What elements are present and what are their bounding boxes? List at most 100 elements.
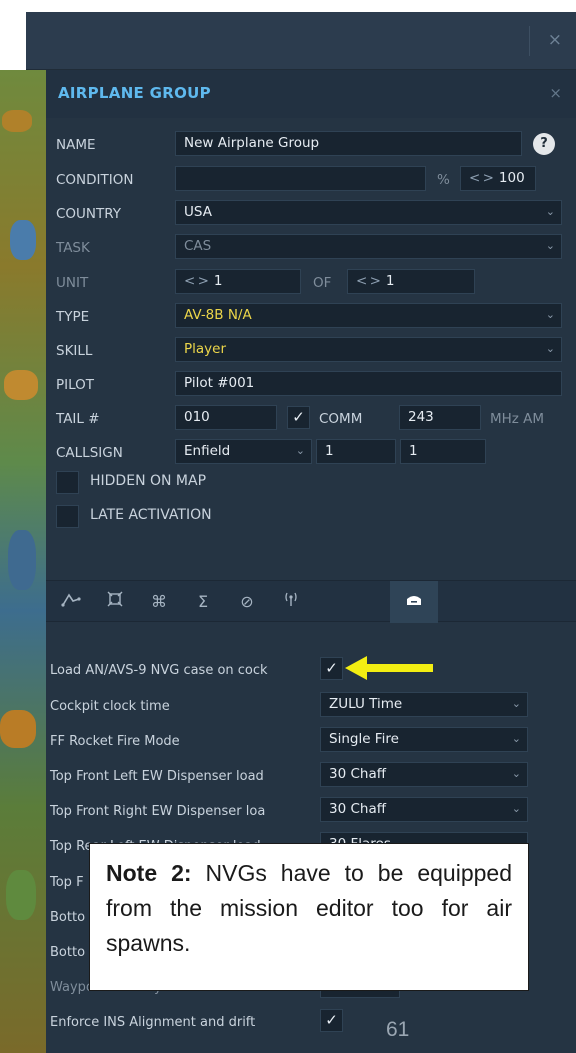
tfr-value: 30 Chaff xyxy=(329,801,387,817)
titlebar-separator xyxy=(529,26,530,56)
skill-label: SKILL xyxy=(56,343,93,359)
spinner-arrows-icon[interactable]: < > xyxy=(356,273,381,289)
chevron-down-icon: ⌄ xyxy=(511,732,521,745)
chevron-down-icon: ⌄ xyxy=(545,239,555,252)
comm-unit: MHz AM xyxy=(490,411,545,427)
window-titlebar: × xyxy=(26,12,576,70)
skill-select[interactable]: Player ⌄ xyxy=(175,337,562,362)
pilot-input[interactable]: Pilot #001 xyxy=(175,371,562,396)
task-value: CAS xyxy=(184,238,212,254)
chevron-down-icon: ⌄ xyxy=(545,342,555,355)
panel-close-icon[interactable]: × xyxy=(549,84,562,102)
map-terrain xyxy=(4,370,38,400)
help-icon[interactable]: ? xyxy=(533,133,555,155)
condition-label: CONDITION xyxy=(56,172,134,188)
command-icon[interactable]: ⌘ xyxy=(138,581,180,623)
tab-bar: ⌘ Σ ⊘ xyxy=(46,580,576,623)
type-label: TYPE xyxy=(56,309,90,325)
bottom-partial-label-2: Botto xyxy=(50,945,86,960)
map-terrain xyxy=(6,870,36,920)
chevron-down-icon: ⌄ xyxy=(295,444,305,457)
unit-of-label: OF xyxy=(313,275,332,291)
prohibit-icon[interactable]: ⊘ xyxy=(226,581,268,623)
unit-total-stepper[interactable]: < >1 xyxy=(347,269,475,294)
map-terrain xyxy=(0,710,36,748)
map-terrain xyxy=(8,530,36,590)
target-icon[interactable] xyxy=(94,581,136,623)
name-input[interactable]: New Airplane Group xyxy=(175,131,522,156)
rocket-label: FF Rocket Fire Mode xyxy=(50,734,180,749)
top-partial-label: Top F xyxy=(50,875,84,890)
note-box: Note 2: NVGs have to be equipped from th… xyxy=(89,843,529,991)
comm-label: COMM xyxy=(319,411,363,427)
rocket-select[interactable]: Single Fire ⌄ xyxy=(320,727,528,752)
comm-frequency-input[interactable]: 243 xyxy=(399,405,481,430)
chevron-down-icon: ⌄ xyxy=(511,802,521,815)
radio-icon[interactable] xyxy=(270,581,312,623)
bottom-partial-label-1: Botto xyxy=(50,910,86,925)
spinner-arrows-icon[interactable]: < > xyxy=(184,273,209,289)
tfl-value: 30 Chaff xyxy=(329,766,387,782)
note-title: Note 2: xyxy=(106,860,192,886)
skill-value: Player xyxy=(184,341,227,357)
map-terrain xyxy=(2,110,32,132)
unit-value: 1 xyxy=(213,273,223,289)
map-terrain xyxy=(10,220,36,260)
task-label: TASK xyxy=(56,240,90,256)
chevron-down-icon: ⌄ xyxy=(545,308,555,321)
payload-icon[interactable] xyxy=(390,581,438,623)
unit-total-value: 1 xyxy=(385,273,395,289)
yellow-arrow-icon xyxy=(345,656,433,680)
unit-stepper[interactable]: < >1 xyxy=(175,269,301,294)
tail-label: TAIL # xyxy=(56,411,100,427)
chevron-down-icon: ⌄ xyxy=(511,767,521,780)
type-value: AV-8B N/A xyxy=(184,307,252,323)
pilot-label: PILOT xyxy=(56,377,95,393)
callsign-value: Enfield xyxy=(184,443,231,459)
tail-input[interactable]: 010 xyxy=(175,405,277,430)
nvg-checkbox[interactable]: ✓ xyxy=(320,657,343,680)
name-label: NAME xyxy=(56,137,96,153)
task-select[interactable]: CAS ⌄ xyxy=(175,234,562,259)
country-label: COUNTRY xyxy=(56,206,122,222)
callsign-label: CALLSIGN xyxy=(56,445,123,461)
unit-label: UNIT xyxy=(56,275,89,291)
hidden-on-map-label: HIDDEN ON MAP xyxy=(90,473,207,489)
route-icon[interactable] xyxy=(50,581,92,623)
checkmark-icon: ✓ xyxy=(325,1011,338,1029)
hidden-on-map-checkbox[interactable] xyxy=(56,471,79,494)
condition-stepper[interactable]: < >100 xyxy=(460,166,536,191)
checkmark-icon: ✓ xyxy=(292,408,305,426)
nvg-label: Load AN/AVS-9 NVG case on cock xyxy=(50,663,268,678)
ins-checkbox[interactable]: ✓ xyxy=(320,1009,343,1032)
condition-unit: % xyxy=(437,172,450,188)
page-number: 61 xyxy=(386,1018,410,1041)
chevron-down-icon: ⌄ xyxy=(545,205,555,218)
ins-label: Enforce INS Alignment and drift xyxy=(50,1015,256,1030)
chevron-down-icon: ⌄ xyxy=(511,697,521,710)
country-value: USA xyxy=(184,204,212,220)
tfl-select[interactable]: 30 Chaff ⌄ xyxy=(320,762,528,787)
panel-header: AIRPLANE GROUP × xyxy=(46,70,576,118)
map-strip[interactable] xyxy=(0,70,46,1053)
callsign-select[interactable]: Enfield ⌄ xyxy=(175,439,312,464)
window-close-icon[interactable]: × xyxy=(548,30,562,50)
rocket-value: Single Fire xyxy=(329,731,399,747)
type-select[interactable]: AV-8B N/A ⌄ xyxy=(175,303,562,328)
late-activation-label: LATE ACTIVATION xyxy=(90,507,212,523)
callsign-number-1[interactable]: 1 xyxy=(316,439,396,464)
spinner-arrows-icon[interactable]: < > xyxy=(469,170,494,186)
clock-select[interactable]: ZULU Time ⌄ xyxy=(320,692,528,717)
late-activation-checkbox[interactable] xyxy=(56,505,79,528)
tfr-label: Top Front Right EW Dispenser loa xyxy=(50,804,266,819)
clock-value: ZULU Time xyxy=(329,696,403,712)
checkmark-icon: ✓ xyxy=(325,659,338,677)
comm-checkbox[interactable]: ✓ xyxy=(287,406,310,429)
country-select[interactable]: USA ⌄ xyxy=(175,200,562,225)
condition-percent-value: 100 xyxy=(498,170,525,186)
condition-input[interactable] xyxy=(175,166,426,191)
callsign-number-2[interactable]: 1 xyxy=(400,439,486,464)
tfl-label: Top Front Left EW Dispenser load xyxy=(50,769,264,784)
tfr-select[interactable]: 30 Chaff ⌄ xyxy=(320,797,528,822)
sum-icon[interactable]: Σ xyxy=(182,581,224,623)
